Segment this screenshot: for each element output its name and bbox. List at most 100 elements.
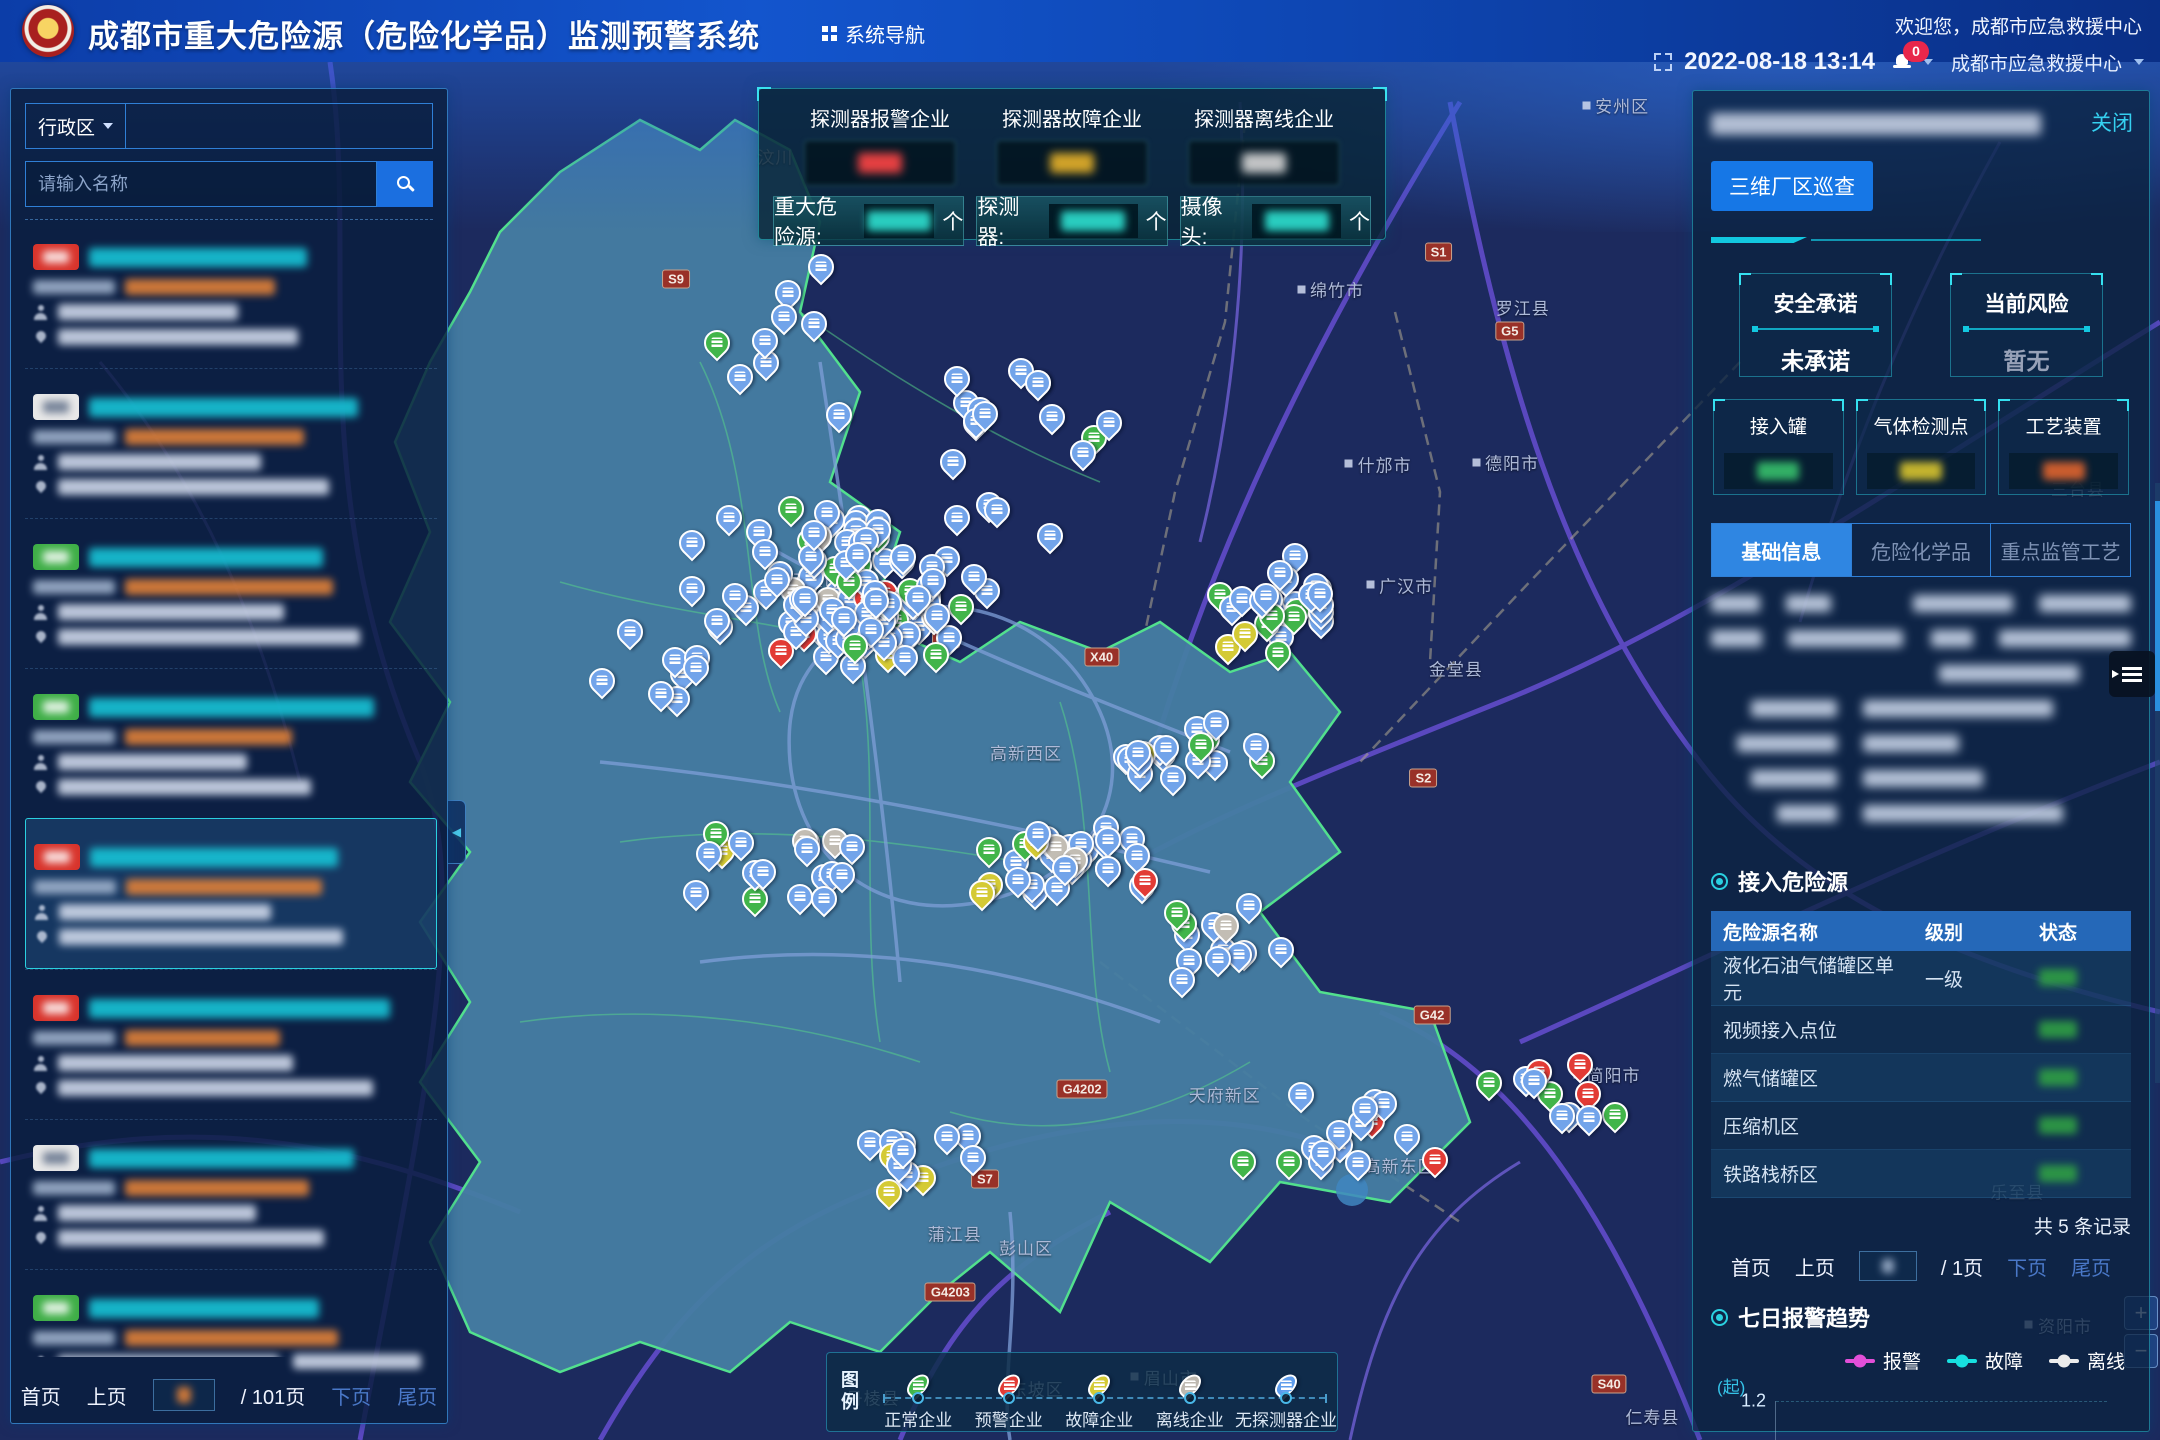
type-value-redacted [125,1330,338,1346]
pager-prev[interactable]: 上页 [87,1381,127,1410]
enterprise-list-item[interactable] [25,518,437,668]
map-pin-blue[interactable] [1389,1119,1426,1156]
table-row[interactable]: 燃气储罐区 [1711,1054,2131,1102]
map-pin-blue[interactable] [711,499,748,536]
map-pin-blue[interactable] [1032,517,1069,554]
map-pin-blue[interactable] [929,1118,966,1155]
type-label-redacted [33,430,115,444]
hazard-section-title: 接入危险源 [1738,865,1848,897]
map-pin-blue[interactable] [935,444,972,481]
enterprise-list-item[interactable] [25,219,437,368]
map-pin-green[interactable] [1224,1143,1261,1180]
building-icon [802,844,813,855]
enterprise-list-item[interactable] [25,1119,437,1269]
pager-next[interactable]: 下页 [331,1381,371,1410]
counter-label: 接入罐 [1714,412,1843,439]
map-pin-blue[interactable] [820,396,857,433]
enterprise-list-item-selected[interactable] [25,818,437,969]
enterprise-list-item[interactable] [25,668,437,818]
legend-item: 故障企业 [1054,1353,1145,1431]
table-row[interactable]: 视频接入点位 [1711,1006,2131,1054]
bell-icon[interactable]: 0 [1893,53,1911,71]
table-row[interactable]: 铁路栈桥区 [1711,1150,2131,1198]
map-pin-blue[interactable] [678,875,715,912]
map-pin-red[interactable] [1561,1047,1598,1084]
org-menu[interactable]: 成都市应急救援中心 [1951,49,2122,76]
search-button[interactable] [377,161,433,207]
location-icon [33,1081,48,1096]
record-count: 共 5 条记录 [1711,1212,2131,1239]
pager-first[interactable]: 首页 [1731,1252,1771,1281]
legend-swatch-icon [2049,1359,2079,1363]
map-pin-blue[interactable] [803,249,840,286]
search-input[interactable] [25,161,377,207]
status-badge [33,694,79,720]
building-icon [1274,568,1285,579]
map-pin-red[interactable] [1417,1142,1454,1179]
pager-last[interactable]: 尾页 [397,1381,437,1410]
legend-swatch-icon [1947,1359,1977,1363]
fullscreen-icon[interactable] [1654,53,1672,71]
building-icon [1288,612,1299,623]
expand-panel-button[interactable] [2109,651,2155,697]
region-filter-dropdown[interactable]: 行政区 [26,104,126,148]
address-redacted [59,929,343,945]
enterprise-list-item[interactable] [25,1269,437,1357]
close-button[interactable]: 关闭 [2091,107,2133,137]
map-pin-blue[interactable] [1034,399,1071,436]
map-pin-blue[interactable] [1263,932,1300,969]
map-pin-green[interactable] [699,324,736,361]
status-badge [33,394,79,420]
map-pin-green[interactable] [1471,1065,1508,1102]
region-filter-input[interactable] [126,104,432,148]
tab-重点监管工艺[interactable]: 重点监管工艺 [1990,524,2130,576]
sidebar-collapse-tab[interactable]: ◀ [448,800,466,864]
building-icon [1236,593,1247,604]
panel-scrollbar[interactable] [2155,483,2160,1083]
map-pin-blue[interactable] [939,500,976,537]
legend-label: 离线 [2087,1347,2125,1374]
building-icon [1133,748,1144,759]
y-tick-label: 1.2 [1741,1391,1766,1412]
map-pin-blue[interactable] [1282,1076,1319,1113]
building-icon [846,841,857,852]
map-pin-green[interactable] [773,491,810,528]
chart-legend-item[interactable]: 报警 [1845,1347,1921,1374]
location-icon [33,330,48,345]
hazard-name: 铁路栈桥区 [1711,1150,1913,1198]
table-row[interactable]: 压缩机区 [1711,1102,2131,1150]
pager-last[interactable]: 尾页 [2071,1252,2111,1281]
pager-prev[interactable]: 上页 [1795,1252,1835,1281]
system-nav-button[interactable]: 系统导航 [822,19,925,48]
chevron-down-icon[interactable] [2134,59,2144,65]
chart-legend-item[interactable]: 离线 [2049,1347,2125,1374]
building-icon [723,512,734,523]
table-row[interactable]: 液化石油气储罐区单元一级 [1711,951,2131,1006]
tab-基础信息[interactable]: 基础信息 [1712,524,1851,576]
map-pin-blue[interactable] [795,305,832,342]
divider [1711,237,2131,243]
enterprise-list-item[interactable] [25,969,437,1119]
pager-page-input[interactable] [1859,1251,1917,1281]
map-pin-blue[interactable] [674,571,711,608]
chart-legend-item[interactable]: 故障 [1947,1347,2023,1374]
3d-tour-button[interactable]: 三维厂区巡查 [1711,161,1873,211]
map-pin-blue[interactable] [674,525,711,562]
building-icon [625,626,636,637]
map-pin-blue[interactable] [612,614,649,651]
tab-危险化学品[interactable]: 危险化学品 [1851,524,1991,576]
map-pin-green[interactable] [1597,1097,1634,1134]
legend-label: 报警 [1883,1347,1921,1374]
person-icon [33,1056,48,1071]
counter-label: 气体检测点 [1857,412,1986,439]
pager-first[interactable]: 首页 [21,1381,61,1410]
enterprise-list-item[interactable] [25,368,437,518]
contact-redacted [58,604,284,620]
pager-page-input[interactable] [153,1379,215,1411]
chart-plot-area: 00.30.60.91.28-128-138-148-158-168-178-1… [1775,1401,2107,1440]
pager-next[interactable]: 下页 [2007,1252,2047,1281]
legend-node-icon [1093,1392,1105,1404]
building-icon [903,628,914,639]
map-pin-blue[interactable] [584,663,621,700]
building-icon [734,371,745,382]
